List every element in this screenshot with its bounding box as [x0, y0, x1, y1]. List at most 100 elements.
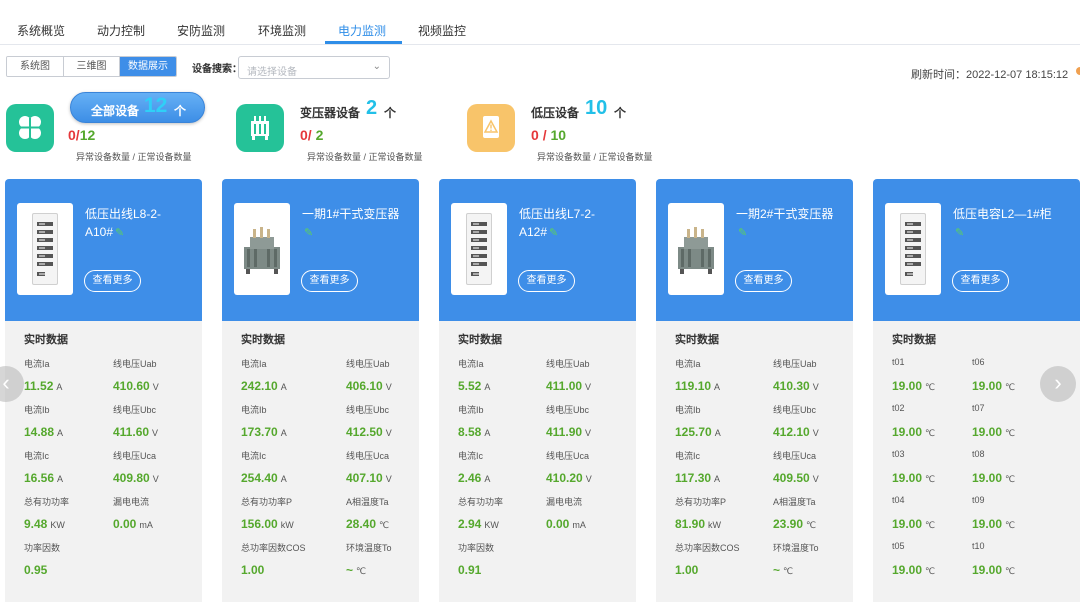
device-select[interactable]: 请选择设备 ⌄: [238, 56, 390, 79]
metric-label: 总功率因数COS: [675, 543, 740, 553]
metric-label: 漏电电流: [113, 497, 150, 507]
metric-unit: V: [585, 382, 592, 392]
transformer-icon: [244, 227, 280, 274]
device-card-body: 实时数据 电流Ia 线电压Uab 11.52 A 410.60 V 电流Ib 线电压…: [5, 321, 202, 602]
metric-label: t03: [892, 449, 905, 459]
metric-unit: A: [280, 428, 287, 438]
metric-label: 电流Ic: [24, 451, 50, 461]
view-more-button[interactable]: 查看更多: [518, 270, 575, 292]
device-name: 一期1#干式变压器 ✎: [302, 205, 414, 242]
device-card: 一期1#干式变压器 ✎ 查看更多 实时数据 电流Ia 线电压Uab 242.10 A…: [222, 179, 419, 602]
metric-unit: A: [57, 428, 64, 438]
metric-label: 电流Ib: [241, 405, 267, 415]
metric-unit: ℃: [1005, 428, 1016, 438]
metric-number: ~: [346, 563, 354, 577]
metric-label: A相温度Ta: [773, 497, 816, 507]
metric-number: 406.10: [346, 379, 383, 393]
metric-number: 19.00: [972, 471, 1003, 485]
tab-system-overview[interactable]: 系统概览: [17, 22, 65, 39]
metric-unit: ℃: [806, 520, 817, 530]
metric-unit: V: [385, 428, 392, 438]
metric-value: 1.00: [675, 563, 698, 577]
metric-label: 电流Ia: [241, 359, 267, 369]
metric-number: 156.00: [241, 517, 278, 531]
metric-unit: ℃: [1005, 520, 1016, 530]
metric-label: 线电压Uca: [113, 451, 157, 461]
metric-number: 0.00: [546, 517, 570, 531]
cabinet-icon: [466, 213, 492, 285]
device-card-header: 低压出线L8-2-A10# ✎ 查看更多: [5, 179, 202, 321]
metric-value: 81.90 kW: [675, 517, 721, 531]
metric-value: 409.80 V: [113, 471, 159, 485]
device-card-body: 实时数据 电流Ia 线电压Uab 5.52 A 411.00 V 电流Ib 线电压U…: [439, 321, 636, 602]
tab-power-control[interactable]: 动力控制: [97, 22, 145, 39]
metric-label: 总有功功率P: [241, 497, 293, 507]
metric-value: 19.00 ℃: [892, 517, 935, 531]
tab-environment-monitor[interactable]: 环境监测: [258, 22, 306, 39]
metric-value: 14.88 A: [24, 425, 63, 439]
view-data-display-button[interactable]: 数据展示: [120, 57, 176, 76]
metric-label: 功率因数: [458, 543, 495, 553]
metric-label: 总有功功率: [24, 497, 70, 507]
metric-unit: ℃: [925, 382, 936, 392]
all-devices-button[interactable]: 全部设备 12 个: [70, 92, 205, 123]
metric-value: 254.40 A: [241, 471, 287, 485]
metric-value: 119.10 A: [675, 379, 720, 393]
view-system-diagram-button[interactable]: 系统图: [7, 57, 64, 76]
all-devices-legend: 异常设备数量 / 正常设备数量: [76, 152, 192, 162]
metric-unit: ℃: [1005, 382, 1016, 392]
metric-value: 9.48 KW: [24, 517, 65, 531]
metric-value: 2.94 KW: [458, 517, 499, 531]
device-card: 一期2#干式变压器 ✎ 查看更多 实时数据 电流Ia 线电压Uab 119.10 A…: [656, 179, 853, 602]
metric-value: 19.00 ℃: [972, 471, 1015, 485]
metric-value: 412.10 V: [773, 425, 819, 439]
metric-value: 242.10 A: [241, 379, 287, 393]
metric-number: 407.10: [346, 471, 383, 485]
metric-unit: KW: [50, 520, 65, 530]
metric-label: t07: [972, 403, 985, 413]
chevron-right-icon[interactable]: ›: [1040, 366, 1076, 402]
tab-security-monitor[interactable]: 安防监测: [177, 22, 225, 39]
tab-video-monitor[interactable]: 视频监控: [418, 22, 466, 39]
metric-label: 线电压Uca: [346, 451, 390, 461]
view-more-button[interactable]: 查看更多: [735, 270, 792, 292]
metric-value: 8.58 A: [458, 425, 490, 439]
metric-unit: ℃: [925, 520, 936, 530]
metric-label: 线电压Uca: [773, 451, 817, 461]
metric-value: 19.00 ℃: [972, 517, 1015, 531]
metric-number: 19.00: [892, 471, 923, 485]
metric-label: 电流Ib: [675, 405, 701, 415]
all-devices-unit: 个: [174, 104, 187, 118]
device-card: 低压出线L7-2-A12# ✎ 查看更多 实时数据 电流Ia 线电压Uab 5.5…: [439, 179, 636, 602]
metric-label: t06: [972, 357, 985, 367]
metric-label: 电流Ib: [24, 405, 50, 415]
metric-label: 电流Ib: [458, 405, 484, 415]
metric-value: 411.00 V: [546, 379, 591, 393]
device-card-header: 一期2#干式变压器 ✎ 查看更多: [656, 179, 853, 321]
view-more-button[interactable]: 查看更多: [301, 270, 358, 292]
lowvoltage-count: 10: [585, 97, 608, 119]
view-more-button[interactable]: 查看更多: [84, 270, 141, 292]
tab-power-monitor[interactable]: 电力监测: [338, 22, 386, 39]
metric-number: 2.94: [458, 517, 482, 531]
device-search-label: 设备搜索：: [192, 64, 242, 75]
metric-label: 功率因数: [24, 543, 61, 553]
normal-count: 10: [550, 127, 567, 143]
all-devices-title: 全部设备: [91, 104, 140, 118]
metric-unit: V: [812, 474, 819, 484]
device-name: 低压电容L2—1#柜 ✎: [953, 205, 1078, 242]
metric-unit: V: [152, 382, 159, 392]
metric-number: 242.10: [241, 379, 278, 393]
lowvoltage-summary-icon: [467, 104, 515, 152]
abnormal-count: 0: [68, 127, 76, 143]
realtime-data-title: 实时数据: [675, 334, 719, 346]
abnormal-count: 0: [531, 127, 539, 143]
view-more-button[interactable]: 查看更多: [952, 270, 1009, 292]
device-card-header: 低压出线L7-2-A12# ✎ 查看更多: [439, 179, 636, 321]
metric-unit: A: [484, 428, 491, 438]
cabinet-icon: [32, 213, 58, 285]
metric-label: t01: [892, 357, 905, 367]
metric-value: 409.50 V: [773, 471, 819, 485]
transformer-summary-icon: [236, 104, 284, 152]
view-3d-button[interactable]: 三维图: [64, 57, 120, 76]
